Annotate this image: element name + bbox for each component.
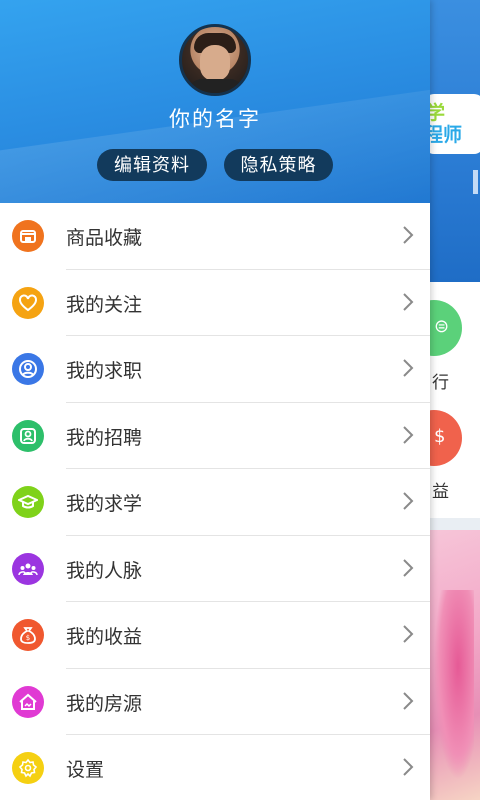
chevron-right-icon — [403, 691, 414, 710]
menu-item-label: 我的房源 — [66, 692, 143, 715]
id-card-icon — [12, 419, 44, 452]
banner-mark — [473, 170, 478, 194]
menu-item-label: 我的招聘 — [66, 426, 143, 449]
menu-item-settings[interactable]: 设置 — [0, 735, 430, 800]
svg-text:$: $ — [26, 634, 30, 642]
navigation-drawer: 你的名字 编辑资料 隐私策略 商品收藏 我的关注 我的求职 我的招聘 我的求学 … — [0, 0, 430, 800]
drawer-header: 你的名字 编辑资料 隐私策略 — [0, 0, 430, 203]
menu-item-label: 我的求学 — [66, 493, 143, 515]
money-bag-icon: $ — [12, 619, 44, 651]
menu-item-label: 我的求职 — [66, 360, 143, 382]
shop-icon — [12, 220, 44, 252]
banner-text-2: 程师 — [430, 124, 463, 146]
background-banner: 学 程师 — [430, 0, 480, 282]
chevron-right-icon — [403, 625, 414, 643]
menu-item-label: 我的关注 — [66, 293, 143, 316]
menu-item-recruitment[interactable]: 我的招聘 — [0, 403, 430, 469]
menu-item-listings[interactable]: 我的房源 — [0, 669, 430, 735]
avatar-body — [188, 79, 244, 93]
avatar[interactable] — [179, 24, 251, 96]
heart-icon — [12, 286, 44, 319]
menu-item-study[interactable]: 我的求学 — [0, 469, 430, 536]
menu-item-label: 商品收藏 — [66, 227, 143, 249]
background-label-2: 益 — [432, 482, 449, 502]
menu-item-label: 设置 — [66, 759, 105, 781]
chevron-right-icon — [403, 292, 414, 311]
settings-icon — [12, 752, 44, 784]
user-name: 你的名字 — [169, 107, 261, 131]
graduation-cap-icon — [12, 486, 44, 518]
menu-item-job-search[interactable]: 我的求职 — [0, 336, 430, 403]
privacy-policy-button[interactable]: 隐私策略 — [224, 149, 333, 181]
contacts-icon — [12, 552, 44, 585]
drawer-menu: 商品收藏 我的关注 我的求职 我的招聘 我的求学 我的人脉 $ 我的收益 我的房… — [0, 203, 430, 800]
house-icon — [12, 685, 44, 718]
avatar-face — [200, 45, 230, 81]
chevron-right-icon — [403, 359, 414, 377]
background-label-1: 行 — [432, 373, 449, 393]
menu-item-contacts[interactable]: 我的人脉 — [0, 536, 430, 602]
menu-item-favorites[interactable]: 商品收藏 — [0, 203, 430, 270]
chevron-right-icon — [403, 758, 414, 776]
menu-item-follows[interactable]: 我的关注 — [0, 270, 430, 336]
banner-tag: 学 程师 — [430, 94, 480, 154]
chevron-right-icon — [403, 425, 414, 444]
person-search-icon — [12, 353, 44, 385]
chevron-right-icon — [403, 558, 414, 577]
menu-item-label: 我的人脉 — [66, 559, 143, 582]
chevron-right-icon — [403, 226, 414, 244]
background-photo — [430, 530, 480, 800]
chevron-right-icon — [403, 492, 414, 510]
menu-item-label: 我的收益 — [66, 626, 143, 648]
menu-item-earnings[interactable]: $ 我的收益 — [0, 602, 430, 669]
edit-profile-button[interactable]: 编辑资料 — [97, 149, 207, 181]
